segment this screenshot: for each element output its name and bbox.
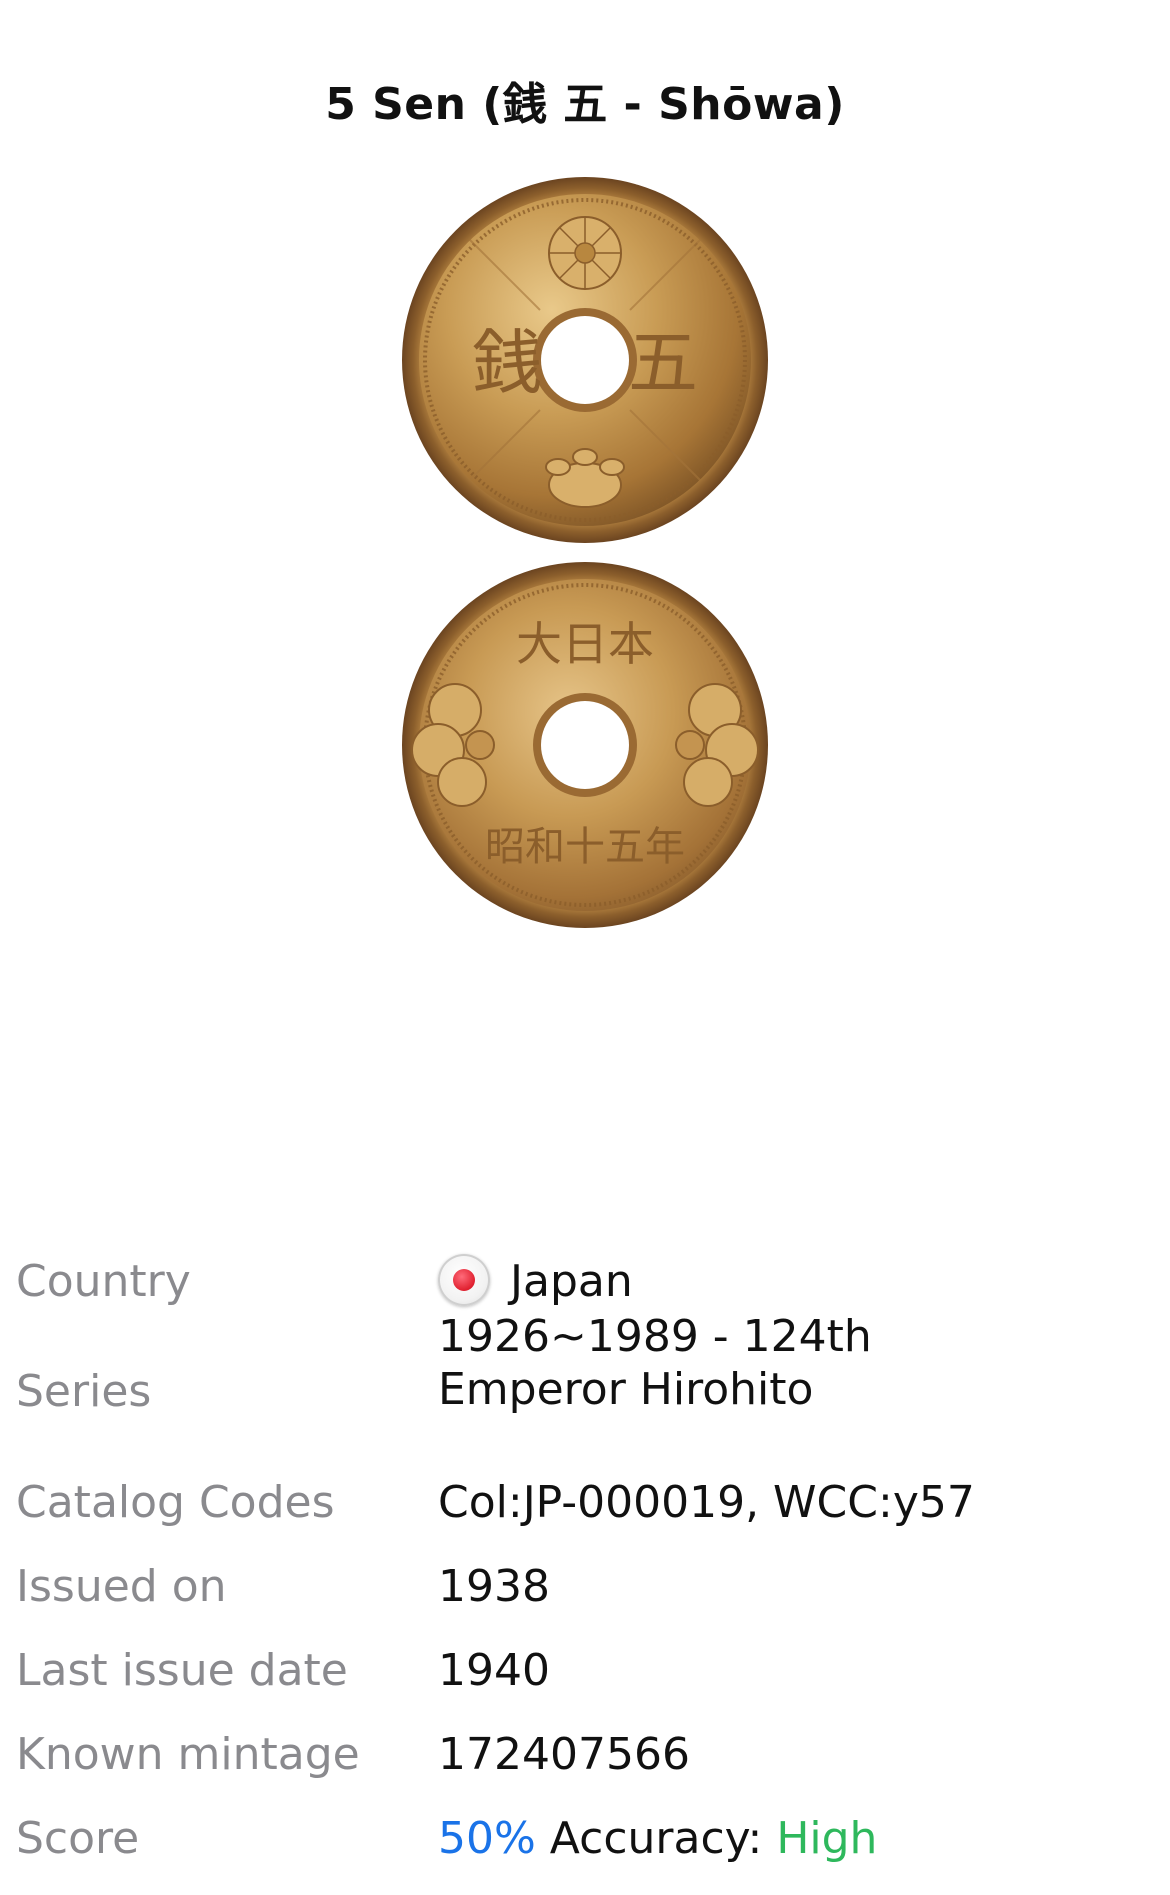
- last-issue-date-value: 1940: [438, 1645, 550, 1696]
- coin-obverse-left-char: 銭: [472, 322, 542, 404]
- accuracy-label: Accuracy:: [549, 1813, 763, 1864]
- series-value-line1: 1926~1989 - 124th: [438, 1311, 872, 1362]
- score-value: 50% Accuracy: High: [438, 1812, 1158, 1866]
- page-title: 5 Sen (銭 五 - Shōwa): [325, 79, 845, 130]
- score-percent: 50%: [438, 1813, 536, 1864]
- country-label: Country: [16, 1256, 191, 1307]
- chrysanthemum-icon: [548, 216, 622, 290]
- coin-obverse-image: 銭 五: [402, 177, 768, 543]
- score-label: Score: [16, 1813, 140, 1864]
- issued-on-label: Issued on: [16, 1561, 227, 1612]
- japan-flag-icon: [438, 1254, 490, 1306]
- country-name: Japan: [510, 1256, 633, 1307]
- series-label: Series: [16, 1366, 152, 1417]
- coin-reverse-bottom-chars: 昭和十五年: [485, 824, 685, 870]
- accuracy-value: High: [776, 1813, 878, 1864]
- known-mintage-label: Known mintage: [16, 1729, 360, 1780]
- coin-obverse-right-char: 五: [628, 322, 698, 404]
- catalog-codes-value: Col:JP-000019, WCC:y57: [438, 1477, 975, 1528]
- coin-reverse-top-chars: 大日本: [516, 617, 654, 671]
- known-mintage-value: 172407566: [438, 1729, 690, 1780]
- series-value-line2: Emperor Hirohito: [438, 1364, 814, 1415]
- issued-on-value: 1938: [438, 1561, 550, 1612]
- country-value: Japan: [438, 1254, 1158, 1310]
- last-issue-date-label: Last issue date: [16, 1645, 348, 1696]
- catalog-codes-label: Catalog Codes: [16, 1477, 335, 1528]
- coin-reverse-image: 大日本 昭和十五年: [402, 562, 768, 928]
